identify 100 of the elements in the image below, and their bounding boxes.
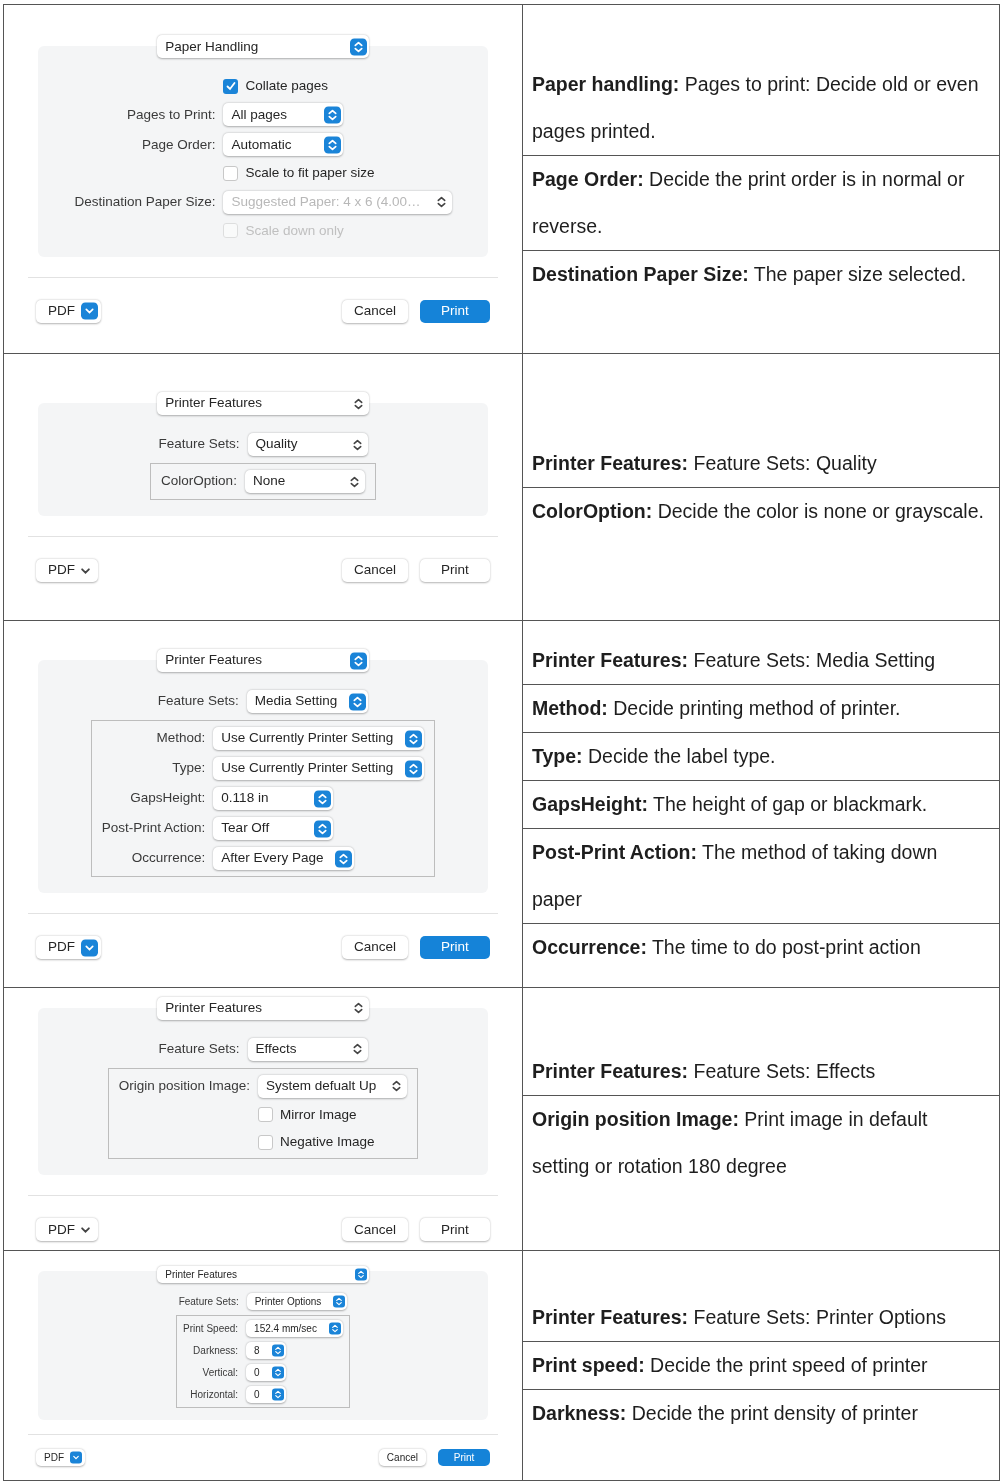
- cancel-button[interactable]: Cancel: [378, 1448, 426, 1466]
- panel-popup[interactable]: Printer Features: [157, 649, 369, 672]
- field-label: Feature Sets:: [177, 1294, 239, 1309]
- field-label: ColorOption:: [161, 472, 237, 491]
- field-label: Vertical:: [201, 1365, 239, 1380]
- stepper-icon: [314, 789, 332, 808]
- chevron-down-icon: [81, 1226, 90, 1233]
- cancel-button[interactable]: Cancel: [341, 1218, 408, 1242]
- checkbox[interactable]: [258, 1134, 273, 1150]
- description-text: Printer Features: Feature Sets: Media Setting: [531, 648, 937, 673]
- cancel-button[interactable]: Cancel: [341, 299, 408, 323]
- checkbox-label: Collate pages: [245, 77, 329, 96]
- stepper-icon: [333, 1294, 346, 1308]
- description-text: GapsHeight: The height of gap or blackmark.: [531, 792, 929, 817]
- field-label: Occurrence:: [130, 849, 206, 868]
- stepper-icon: [349, 37, 367, 56]
- description-text: Occurrence: The time to do post-print action: [531, 935, 922, 960]
- stepper-icon: [324, 135, 342, 154]
- stepper-icon: [349, 692, 367, 711]
- checkbox[interactable]: [223, 166, 239, 181]
- popup-menu[interactable]: System defualt Up: [258, 1074, 408, 1098]
- description-text: Origin position Image: Print image in default setting or rotation 180 degree: [531, 1107, 929, 1179]
- description-text: Method: Decide printing method of printer.: [531, 696, 902, 721]
- description-text: Printer Features: Feature Sets: Printer Options: [531, 1305, 947, 1330]
- description-text: Page Order: Decide the print order is in normal or reverse.: [531, 166, 966, 239]
- pdf-menu-button[interactable]: PDF: [36, 1218, 98, 1242]
- stepper-icon: [405, 729, 423, 748]
- popup-menu[interactable]: Use Currently Printer Setting: [213, 727, 425, 750]
- popup-menu[interactable]: 152.4 mm/sec: [246, 1319, 343, 1337]
- panel-popup[interactable]: Printer Features: [157, 392, 369, 415]
- stepper-icon: [272, 1365, 285, 1379]
- popup-menu[interactable]: 0.118 in: [213, 787, 334, 810]
- field-label: GapsHeight:: [129, 789, 206, 808]
- popup-menu[interactable]: Quality: [247, 433, 368, 456]
- field-label: Darkness:: [192, 1343, 239, 1358]
- pdf-menu-button[interactable]: PDF: [36, 559, 98, 582]
- checkbox-label: Mirror Image: [280, 1105, 357, 1124]
- chevron-down-icon: [70, 1450, 82, 1464]
- stepper-icon: [324, 105, 342, 124]
- description-text: Darkness: Decide the print density of printer: [531, 1401, 919, 1426]
- field-label: Pages to Print:: [125, 105, 216, 124]
- print-button[interactable]: Print: [438, 1448, 490, 1466]
- popup-menu[interactable]: All pages: [223, 103, 344, 127]
- description-text: Printer Features: Feature Sets: Effects: [531, 1059, 877, 1084]
- panel-popup[interactable]: Paper Handling: [157, 35, 369, 59]
- field-label: Type:: [171, 759, 206, 778]
- stepper-icon: [405, 759, 423, 778]
- popup-menu[interactable]: 8: [246, 1341, 287, 1359]
- stepper-icon: [354, 1267, 367, 1281]
- description-text: Post-Print Action: The method of taking down paper: [531, 840, 939, 912]
- description-text: ColorOption: Decide the color is none or grayscale.: [531, 498, 985, 524]
- popup-menu[interactable]: After Every Page: [213, 847, 355, 870]
- field-label: Feature Sets:: [157, 1040, 240, 1059]
- pdf-menu-button[interactable]: PDF: [36, 1448, 85, 1466]
- stepper-icon: [328, 1321, 341, 1335]
- field-label: Destination Paper Size:: [74, 193, 216, 211]
- checkbox-label: Scale to fit paper size: [245, 164, 375, 183]
- panel-popup[interactable]: Printer Features: [157, 996, 369, 1020]
- field-label: Post-Print Action:: [101, 819, 206, 838]
- field-label: Page Order:: [140, 135, 216, 154]
- pdf-menu-button[interactable]: PDF: [36, 936, 101, 959]
- stepper-icon: [349, 651, 367, 670]
- popup-menu[interactable]: Printer Options: [246, 1292, 348, 1310]
- print-button[interactable]: Print: [420, 299, 490, 323]
- chevron-down-icon: [81, 938, 98, 957]
- pdf-menu-button[interactable]: PDF: [36, 299, 101, 323]
- field-label: Method:: [155, 729, 206, 748]
- print-button[interactable]: Print: [420, 936, 490, 959]
- chevron-down-icon: [81, 302, 98, 321]
- stepper-icon: [314, 819, 332, 838]
- stepper-icon: [272, 1343, 285, 1357]
- popup-menu[interactable]: Tear Off: [213, 817, 334, 840]
- field-label: Origin position Image:: [118, 1077, 250, 1096]
- description-text: Print speed: Decide the print speed of printer: [531, 1353, 929, 1378]
- description-text: Type: Decide the label type.: [531, 744, 777, 769]
- popup-menu[interactable]: Effects: [247, 1037, 368, 1061]
- cancel-button[interactable]: Cancel: [341, 936, 408, 959]
- description-text: Printer Features: Feature Sets: Quality: [531, 450, 878, 476]
- cancel-button[interactable]: Cancel: [341, 559, 408, 582]
- description-text: Destination Paper Size: The paper size selected.: [531, 261, 968, 287]
- checkbox[interactable]: [258, 1107, 273, 1123]
- field-label: Feature Sets:: [157, 435, 240, 454]
- print-button[interactable]: Print: [420, 1218, 490, 1242]
- field-label: Feature Sets:: [156, 692, 239, 711]
- chevron-down-icon: [81, 567, 90, 574]
- field-label: Horizontal:: [189, 1387, 239, 1402]
- popup-menu[interactable]: Automatic: [223, 133, 344, 157]
- print-button[interactable]: Print: [420, 559, 490, 582]
- field-label: Print Speed:: [183, 1321, 239, 1336]
- popup-menu[interactable]: 0: [246, 1363, 287, 1381]
- stepper-icon: [335, 849, 353, 868]
- popup-menu[interactable]: Media Setting: [246, 690, 369, 713]
- panel-popup[interactable]: Printer Features: [157, 1265, 369, 1283]
- stepper-icon: [272, 1387, 285, 1401]
- checkbox-label: Negative Image: [280, 1133, 375, 1151]
- popup-menu[interactable]: None: [244, 470, 365, 493]
- description-text: Paper handling: Pages to print: Decide old or even pages printed.: [531, 71, 980, 144]
- popup-menu[interactable]: 0: [246, 1385, 287, 1403]
- popup-menu[interactable]: Use Currently Printer Setting: [213, 757, 425, 780]
- checkbox[interactable]: [223, 78, 239, 94]
